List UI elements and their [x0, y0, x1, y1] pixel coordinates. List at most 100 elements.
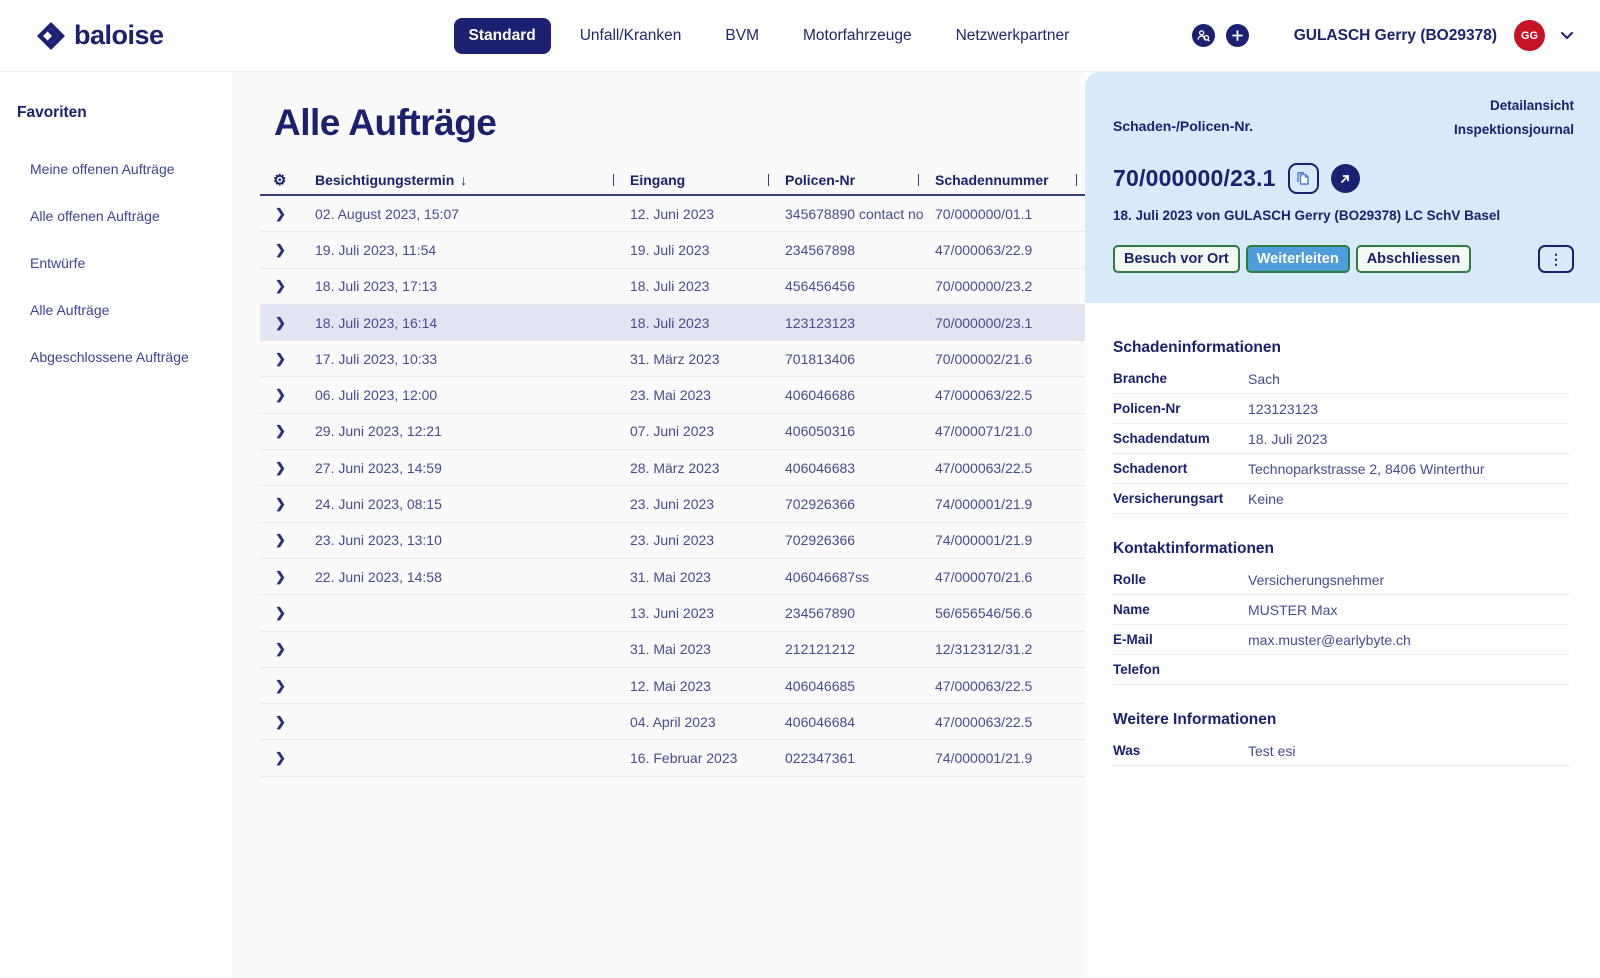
inspektionsjournal-link[interactable]: Inspektionsjournal: [1454, 122, 1574, 137]
cell-schadennummer: 70/000000/01.1: [935, 206, 1085, 222]
row-expand-chevron-icon[interactable]: ❯: [260, 315, 315, 331]
table-row[interactable]: ❯31. Mai 202321212121212/312312/31.2: [260, 632, 1085, 668]
sidebar: Favoriten Meine offenen AufträgeAlle off…: [0, 72, 232, 978]
table-row[interactable]: ❯12. Mai 202340604668547/000063/22.5: [260, 668, 1085, 704]
row-expand-chevron-icon[interactable]: ❯: [260, 496, 315, 512]
table-row[interactable]: ❯18. Juli 2023, 17:1318. Juli 2023456456…: [260, 269, 1085, 305]
info-row-branche: BrancheSach: [1113, 364, 1570, 394]
sidebar-item-alle-offenen-auftr-ge[interactable]: Alle offenen Aufträge: [17, 193, 232, 240]
column-header-eingang[interactable]: Eingang: [630, 172, 785, 188]
brand-name: baloise: [74, 20, 164, 51]
table-row[interactable]: ❯24. Juni 2023, 08:1523. Juni 2023702926…: [260, 486, 1085, 522]
baloise-logo[interactable]: baloise: [36, 20, 164, 51]
sort-descending-icon[interactable]: ↓: [460, 172, 467, 188]
cell-eingang: 07. Juni 2023: [630, 423, 785, 439]
row-expand-chevron-icon[interactable]: ❯: [260, 569, 315, 585]
row-expand-chevron-icon[interactable]: ❯: [260, 714, 315, 730]
page-title: Alle Aufträge: [274, 102, 1085, 144]
table-row[interactable]: ❯23. Juni 2023, 13:1023. Juni 2023702926…: [260, 523, 1085, 559]
row-expand-chevron-icon[interactable]: ❯: [260, 678, 315, 694]
cell-policen-nr: 406046683: [785, 460, 935, 476]
add-icon[interactable]: [1226, 24, 1249, 47]
nav-tab-motorfahrzeuge[interactable]: Motorfahrzeuge: [788, 18, 927, 54]
info-value: max.muster@earlybyte.ch: [1248, 632, 1570, 648]
more-actions-kebab-icon[interactable]: ⋮: [1538, 245, 1574, 273]
besuch-vor-ort-button[interactable]: Besuch vor Ort: [1113, 245, 1240, 273]
row-expand-chevron-icon[interactable]: ❯: [260, 641, 315, 657]
section-schadeninformationen: SchadeninformationenBrancheSachPolicen-N…: [1113, 339, 1570, 514]
cell-policen-nr: 702926366: [785, 496, 935, 512]
row-expand-chevron-icon[interactable]: ❯: [260, 387, 315, 403]
info-label: Branche: [1113, 371, 1248, 386]
cell-eingang: 23. Juni 2023: [630, 532, 785, 548]
info-label: Name: [1113, 602, 1248, 617]
cell-eingang: 19. Juli 2023: [630, 242, 785, 258]
table-row[interactable]: ❯16. Februar 202302234736174/000001/21.9: [260, 740, 1085, 776]
table-settings-gear-icon[interactable]: ⚙: [260, 171, 315, 189]
detail-panel: Schaden-/Policen-Nr. Detailansicht Inspe…: [1085, 72, 1600, 978]
claim-subtitle: 18. Juli 2023 von GULASCH Gerry (BO29378…: [1113, 208, 1574, 223]
column-header-policen-nr[interactable]: Policen-Nr: [785, 172, 935, 188]
nav-tab-standard[interactable]: Standard: [454, 18, 551, 54]
cell-schadennummer: 74/000001/21.9: [935, 496, 1085, 512]
table-body: ❯02. August 2023, 15:0712. Juni 20233456…: [260, 196, 1085, 777]
sidebar-item-entw-rfe[interactable]: Entwürfe: [17, 240, 232, 287]
cell-schadennummer: 47/000063/22.5: [935, 460, 1085, 476]
contacts-search-icon[interactable]: [1192, 24, 1215, 47]
sidebar-item-meine-offenen-auftr-ge[interactable]: Meine offenen Aufträge: [17, 146, 232, 193]
weiterleiten-button[interactable]: Weiterleiten: [1246, 245, 1350, 273]
cell-policen-nr: 406050316: [785, 423, 935, 439]
open-external-icon[interactable]: [1331, 164, 1360, 193]
sidebar-item-alle-auftr-ge[interactable]: Alle Aufträge: [17, 287, 232, 334]
claim-actions: Besuch vor OrtWeiterleitenAbschliessen ⋮: [1113, 245, 1574, 273]
cell-policen-nr: 345678890 contact no: [785, 206, 935, 222]
row-expand-chevron-icon[interactable]: ❯: [260, 351, 315, 367]
info-row-policen-nr: Policen-Nr123123123: [1113, 394, 1570, 424]
table-row[interactable]: ❯19. Juli 2023, 11:5419. Juli 2023234567…: [260, 232, 1085, 268]
detailansicht-link[interactable]: Detailansicht: [1490, 98, 1574, 113]
top-bar: baloise Standard Unfall/Kranken BVM Motorfa…: [0, 0, 1600, 72]
info-label: Telefon: [1113, 662, 1248, 677]
info-value: Test esi: [1248, 743, 1570, 759]
nav-tab-unfall-kranken[interactable]: Unfall/Kranken: [565, 18, 697, 54]
info-label: E-Mail: [1113, 632, 1248, 647]
cell-schadennummer: 47/000063/22.5: [935, 714, 1085, 730]
nav-tab-netzwerkpartner[interactable]: Netzwerkpartner: [941, 18, 1085, 54]
table-row[interactable]: ❯27. Juni 2023, 14:5928. März 2023406046…: [260, 450, 1085, 486]
column-header-schadennummer[interactable]: Schadennummer: [935, 172, 1085, 188]
chevron-down-icon[interactable]: [1560, 28, 1574, 43]
copy-icon[interactable]: [1288, 163, 1319, 194]
row-expand-chevron-icon[interactable]: ❯: [260, 278, 315, 294]
user-name[interactable]: GULASCH Gerry (BO29378): [1294, 27, 1497, 45]
row-expand-chevron-icon[interactable]: ❯: [260, 460, 315, 476]
table-row[interactable]: ❯13. Juni 202323456789056/656546/56.6: [260, 595, 1085, 631]
abschliessen-button[interactable]: Abschliessen: [1356, 245, 1472, 273]
row-expand-chevron-icon[interactable]: ❯: [260, 423, 315, 439]
cell-schadennummer: 70/000002/21.6: [935, 351, 1085, 367]
sidebar-item-abgeschlossene-auftr-ge[interactable]: Abgeschlossene Aufträge: [17, 334, 232, 381]
column-header-besichtigungstermin[interactable]: Besichtigungstermin↓: [315, 172, 630, 188]
row-expand-chevron-icon[interactable]: ❯: [260, 206, 315, 222]
table-row[interactable]: ❯29. Juni 2023, 12:2107. Juni 2023406050…: [260, 414, 1085, 450]
row-expand-chevron-icon[interactable]: ❯: [260, 750, 315, 766]
cell-policen-nr: 702926366: [785, 532, 935, 548]
cell-eingang: 16. Februar 2023: [630, 750, 785, 766]
table-row[interactable]: ❯18. Juli 2023, 16:1418. Juli 2023123123…: [260, 305, 1085, 341]
cell-schadennummer: 47/000070/21.6: [935, 569, 1085, 585]
row-expand-chevron-icon[interactable]: ❯: [260, 532, 315, 548]
table-row[interactable]: ❯06. Juli 2023, 12:0023. Mai 20234060466…: [260, 377, 1085, 413]
table-row[interactable]: ❯04. April 202340604668447/000063/22.5: [260, 704, 1085, 740]
table-row[interactable]: ❯17. Juli 2023, 10:3331. März 2023701813…: [260, 341, 1085, 377]
row-expand-chevron-icon[interactable]: ❯: [260, 242, 315, 258]
row-expand-chevron-icon[interactable]: ❯: [260, 605, 315, 621]
cell-eingang: 18. Juli 2023: [630, 278, 785, 294]
info-row-telefon: Telefon: [1113, 655, 1570, 685]
table-row[interactable]: ❯02. August 2023, 15:0712. Juni 20233456…: [260, 196, 1085, 232]
avatar[interactable]: GG: [1514, 20, 1545, 51]
nav-tab-bvm[interactable]: BVM: [710, 18, 774, 54]
sidebar-items: Meine offenen AufträgeAlle offenen Auftr…: [17, 146, 232, 381]
table-row[interactable]: ❯22. Juni 2023, 14:5831. Mai 20234060466…: [260, 559, 1085, 595]
cell-eingang: 12. Mai 2023: [630, 678, 785, 694]
main-area: Alle Aufträge ⚙ Besichtigungstermin↓ Ein…: [232, 72, 1085, 978]
info-row-rolle: RolleVersicherungsnehmer: [1113, 565, 1570, 595]
